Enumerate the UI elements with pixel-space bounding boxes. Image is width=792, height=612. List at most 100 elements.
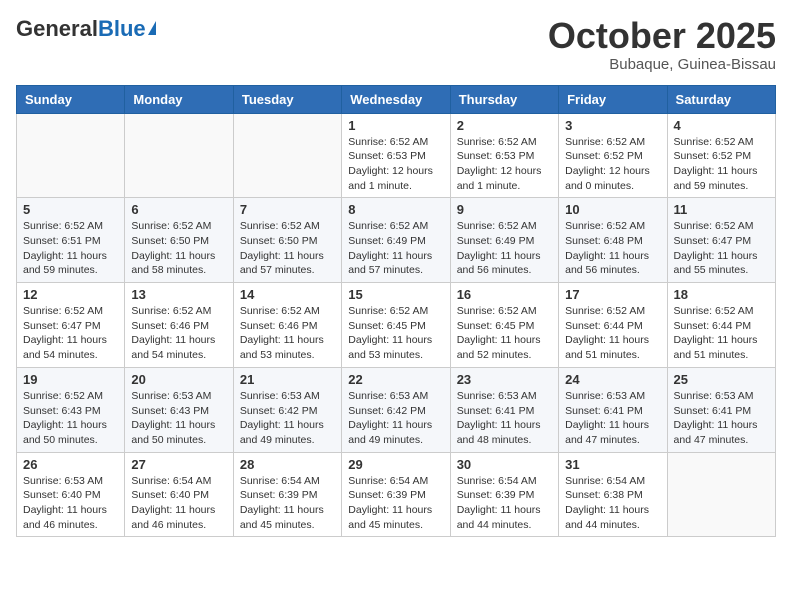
calendar-week-row: 19Sunrise: 6:52 AM Sunset: 6:43 PM Dayli… xyxy=(17,367,776,452)
day-info: Sunrise: 6:52 AM Sunset: 6:44 PM Dayligh… xyxy=(565,304,660,363)
logo: General Blue xyxy=(16,16,156,42)
calendar-cell: 15 Sunrise: 6:52 AM Sunset: 6:45 PM Dayli… xyxy=(342,283,450,368)
day-info: Sunrise: 6:54 AM Sunset: 6:39 PM Dayligh… xyxy=(240,474,335,533)
day-number: 4 xyxy=(674,118,769,133)
day-info: Sunrise: 6:53 AM Sunset: 6:43 PM Dayligh… xyxy=(131,389,226,448)
day-info: Sunrise: 6:52 AM Sunset: 6:48 PM Dayligh… xyxy=(565,219,660,278)
day-number: 16 xyxy=(457,287,552,302)
calendar-cell: 4Sunrise: 6:52 AM Sunset: 6:52 PM Daylig… xyxy=(667,113,775,198)
day-number: 18 xyxy=(674,287,769,302)
calendar-cell: 27 Sunrise: 6:54 AM Sunset: 6:40 PM Dayli… xyxy=(125,452,233,537)
day-number: 10 xyxy=(565,202,660,217)
day-info: Sunrise: 6:52 AM Sunset: 6:53 PM Dayligh… xyxy=(457,135,552,194)
calendar-cell: 30Sunrise: 6:54 AM Sunset: 6:39 PM Dayli… xyxy=(450,452,558,537)
day-number: 2 xyxy=(457,118,552,133)
calendar-cell: 14 Sunrise: 6:52 AM Sunset: 6:46 PM Dayli… xyxy=(233,283,341,368)
calendar-cell: 17 Sunrise: 6:52 AM Sunset: 6:44 PM Dayli… xyxy=(559,283,667,368)
day-info: Sunrise: 6:54 AM Sunset: 6:38 PM Dayligh… xyxy=(565,474,660,533)
logo-blue-text: Blue xyxy=(98,16,146,42)
day-number: 6 xyxy=(131,202,226,217)
day-info: Sunrise: 6:52 AM Sunset: 6:45 PM Dayligh… xyxy=(457,304,552,363)
calendar-cell: 31 Sunrise: 6:54 AM Sunset: 6:38 PM Dayli… xyxy=(559,452,667,537)
day-info: Sunrise: 6:53 AM Sunset: 6:40 PM Dayligh… xyxy=(23,474,118,533)
calendar-cell: 29 Sunrise: 6:54 AM Sunset: 6:39 PM Dayli… xyxy=(342,452,450,537)
day-number: 12 xyxy=(23,287,118,302)
day-number: 13 xyxy=(131,287,226,302)
day-info: Sunrise: 6:52 AM Sunset: 6:47 PM Dayligh… xyxy=(23,304,118,363)
day-number: 17 xyxy=(565,287,660,302)
location-text: Bubaque, Guinea-Bissau xyxy=(548,56,776,73)
column-header-friday: Friday xyxy=(559,85,667,113)
logo-general-text: General xyxy=(16,16,98,42)
day-number: 7 xyxy=(240,202,335,217)
day-info: Sunrise: 6:52 AM Sunset: 6:47 PM Dayligh… xyxy=(674,219,769,278)
calendar-cell: 12 Sunrise: 6:52 AM Sunset: 6:47 PM Dayli… xyxy=(17,283,125,368)
day-number: 14 xyxy=(240,287,335,302)
day-info: Sunrise: 6:52 AM Sunset: 6:50 PM Dayligh… xyxy=(131,219,226,278)
calendar-cell xyxy=(667,452,775,537)
calendar-table: SundayMondayTuesdayWednesdayThursdayFrid… xyxy=(16,85,776,538)
calendar-cell: 10 Sunrise: 6:52 AM Sunset: 6:48 PM Dayli… xyxy=(559,198,667,283)
column-header-saturday: Saturday xyxy=(667,85,775,113)
calendar-cell: 6 Sunrise: 6:52 AM Sunset: 6:50 PM Daylig… xyxy=(125,198,233,283)
column-header-wednesday: Wednesday xyxy=(342,85,450,113)
day-info: Sunrise: 6:53 AM Sunset: 6:41 PM Dayligh… xyxy=(457,389,552,448)
day-number: 21 xyxy=(240,372,335,387)
day-number: 20 xyxy=(131,372,226,387)
day-info: Sunrise: 6:53 AM Sunset: 6:41 PM Dayligh… xyxy=(565,389,660,448)
calendar-cell: 7 Sunrise: 6:52 AM Sunset: 6:50 PM Daylig… xyxy=(233,198,341,283)
calendar-cell xyxy=(17,113,125,198)
day-info: Sunrise: 6:52 AM Sunset: 6:52 PM Dayligh… xyxy=(565,135,660,194)
day-number: 22 xyxy=(348,372,443,387)
calendar-cell: 23 Sunrise: 6:53 AM Sunset: 6:41 PM Dayli… xyxy=(450,367,558,452)
day-info: Sunrise: 6:52 AM Sunset: 6:50 PM Dayligh… xyxy=(240,219,335,278)
title-block: October 2025 Bubaque, Guinea-Bissau xyxy=(548,16,776,73)
day-info: Sunrise: 6:54 AM Sunset: 6:39 PM Dayligh… xyxy=(348,474,443,533)
calendar-week-row: 1 Sunrise: 6:52 AM Sunset: 6:53 PM Daylig… xyxy=(17,113,776,198)
calendar-week-row: 26Sunrise: 6:53 AM Sunset: 6:40 PM Dayli… xyxy=(17,452,776,537)
calendar-cell: 18Sunrise: 6:52 AM Sunset: 6:44 PM Dayli… xyxy=(667,283,775,368)
day-info: Sunrise: 6:52 AM Sunset: 6:49 PM Dayligh… xyxy=(457,219,552,278)
month-title: October 2025 xyxy=(548,16,776,56)
day-number: 11 xyxy=(674,202,769,217)
day-info: Sunrise: 6:52 AM Sunset: 6:53 PM Dayligh… xyxy=(348,135,443,194)
day-info: Sunrise: 6:53 AM Sunset: 6:42 PM Dayligh… xyxy=(240,389,335,448)
calendar-cell xyxy=(125,113,233,198)
day-number: 28 xyxy=(240,457,335,472)
day-info: Sunrise: 6:52 AM Sunset: 6:51 PM Dayligh… xyxy=(23,219,118,278)
day-number: 8 xyxy=(348,202,443,217)
column-header-monday: Monday xyxy=(125,85,233,113)
calendar-week-row: 5Sunrise: 6:52 AM Sunset: 6:51 PM Daylig… xyxy=(17,198,776,283)
day-number: 25 xyxy=(674,372,769,387)
day-number: 1 xyxy=(348,118,443,133)
calendar-week-row: 12 Sunrise: 6:52 AM Sunset: 6:47 PM Dayli… xyxy=(17,283,776,368)
day-number: 15 xyxy=(348,287,443,302)
calendar-cell: 25Sunrise: 6:53 AM Sunset: 6:41 PM Dayli… xyxy=(667,367,775,452)
day-number: 23 xyxy=(457,372,552,387)
calendar-cell: 1 Sunrise: 6:52 AM Sunset: 6:53 PM Daylig… xyxy=(342,113,450,198)
calendar-cell: 21 Sunrise: 6:53 AM Sunset: 6:42 PM Dayli… xyxy=(233,367,341,452)
calendar-cell: 9 Sunrise: 6:52 AM Sunset: 6:49 PM Daylig… xyxy=(450,198,558,283)
day-number: 19 xyxy=(23,372,118,387)
day-info: Sunrise: 6:52 AM Sunset: 6:49 PM Dayligh… xyxy=(348,219,443,278)
column-header-tuesday: Tuesday xyxy=(233,85,341,113)
day-info: Sunrise: 6:54 AM Sunset: 6:40 PM Dayligh… xyxy=(131,474,226,533)
calendar-cell: 22 Sunrise: 6:53 AM Sunset: 6:42 PM Dayli… xyxy=(342,367,450,452)
day-number: 31 xyxy=(565,457,660,472)
calendar-cell: 11 Sunrise: 6:52 AM Sunset: 6:47 PM Dayli… xyxy=(667,198,775,283)
calendar-cell: 26Sunrise: 6:53 AM Sunset: 6:40 PM Dayli… xyxy=(17,452,125,537)
day-number: 29 xyxy=(348,457,443,472)
day-number: 24 xyxy=(565,372,660,387)
day-number: 3 xyxy=(565,118,660,133)
day-info: Sunrise: 6:53 AM Sunset: 6:42 PM Dayligh… xyxy=(348,389,443,448)
day-info: Sunrise: 6:54 AM Sunset: 6:39 PM Dayligh… xyxy=(457,474,552,533)
calendar-cell: 19Sunrise: 6:52 AM Sunset: 6:43 PM Dayli… xyxy=(17,367,125,452)
day-info: Sunrise: 6:52 AM Sunset: 6:45 PM Dayligh… xyxy=(348,304,443,363)
calendar-cell: 13Sunrise: 6:52 AM Sunset: 6:46 PM Dayli… xyxy=(125,283,233,368)
day-number: 27 xyxy=(131,457,226,472)
calendar-cell: 20 Sunrise: 6:53 AM Sunset: 6:43 PM Dayli… xyxy=(125,367,233,452)
day-info: Sunrise: 6:52 AM Sunset: 6:46 PM Dayligh… xyxy=(240,304,335,363)
day-number: 9 xyxy=(457,202,552,217)
calendar-cell xyxy=(233,113,341,198)
logo-icon xyxy=(148,21,156,35)
